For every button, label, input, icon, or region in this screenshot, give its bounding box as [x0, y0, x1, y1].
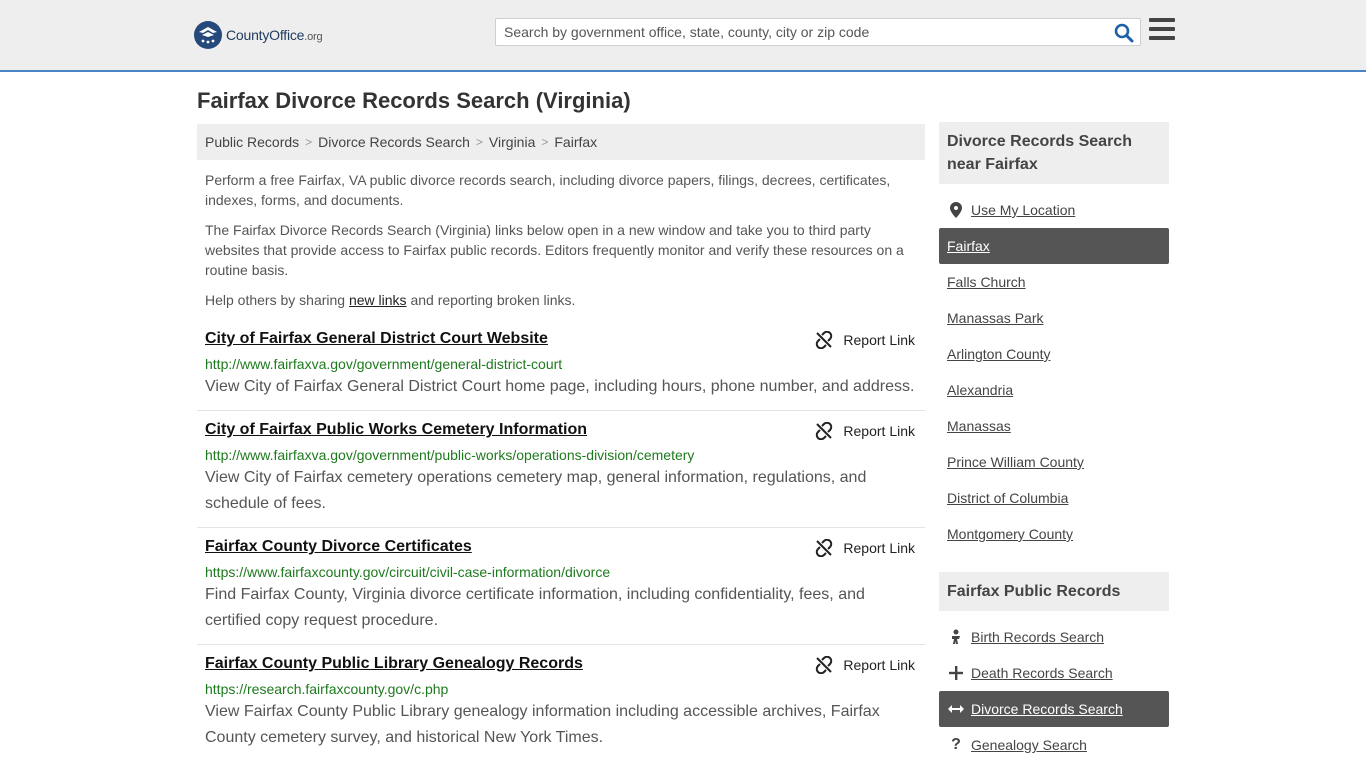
sidebar-item-arlington-county[interactable]: Arlington County: [939, 336, 1169, 372]
report-link-label: Report Link: [843, 332, 915, 348]
sidebar-item-label: Prince William County: [947, 454, 1084, 470]
listing-url[interactable]: http://www.fairfaxva.gov/government/gene…: [205, 356, 562, 372]
broken-link-icon: [816, 331, 833, 349]
report-link-label: Report Link: [843, 657, 915, 673]
report-link-button[interactable]: Report Link: [815, 539, 915, 557]
report-link-button[interactable]: Report Link: [815, 331, 915, 349]
breadcrumb-divorce-records-search[interactable]: Divorce Records Search: [318, 134, 470, 150]
sidebar-item-label: Divorce Records Search: [971, 701, 1123, 717]
sidebar-item-alexandria[interactable]: Alexandria: [939, 372, 1169, 408]
share-note: Help others by sharing new links and rep…: [205, 290, 917, 310]
sidebar-item-prince-william-county[interactable]: Prince William County: [939, 444, 1169, 480]
search-box: [495, 18, 1141, 46]
listing-description: View Fairfax County Public Library genea…: [205, 703, 880, 746]
report-link-label: Report Link: [843, 540, 915, 556]
sidebar-item-label: Arlington County: [947, 346, 1051, 362]
sidebar-item-label: Death Records Search: [971, 665, 1113, 681]
search-icon: [1114, 23, 1134, 43]
arrows-horizontal-icon: [947, 700, 965, 718]
logo-tld: .org: [304, 31, 323, 43]
broken-link-icon: [816, 422, 833, 440]
baby-icon: [947, 628, 965, 646]
sidebar-item-label: Genealogy Search: [971, 737, 1087, 753]
intro-disclaimer: The Fairfax Divorce Records Search (Virg…: [205, 222, 904, 278]
report-link-label: Report Link: [843, 423, 915, 439]
sidebar-item-falls-church[interactable]: Falls Church: [939, 264, 1169, 300]
sidebar-item-fairfax[interactable]: Fairfax: [939, 228, 1169, 264]
question-icon: ?: [951, 736, 961, 753]
sidebar-item-label: Manassas: [947, 418, 1011, 434]
logo-badge-icon: [194, 21, 222, 49]
sidebar-item-death-records[interactable]: Death Records Search: [939, 655, 1169, 691]
listing-title-link[interactable]: Fairfax County Public Library Genealogy …: [205, 655, 583, 673]
breadcrumb-separator-icon: >: [305, 135, 313, 149]
sidebar-item-label: Fairfax: [947, 238, 990, 254]
listing-description: View City of Fairfax cemetery operations…: [205, 469, 867, 512]
sidebar-item-manassas-park[interactable]: Manassas Park: [939, 300, 1169, 336]
broken-link-icon: [816, 656, 833, 674]
hamburger-icon-bar: [1149, 36, 1175, 40]
menu-button[interactable]: [1149, 18, 1175, 42]
nearby-heading: Divorce Records Search near Fairfax: [939, 122, 1169, 184]
breadcrumb-separator-icon: >: [541, 135, 549, 149]
breadcrumb-public-records[interactable]: Public Records: [205, 134, 299, 150]
breadcrumb-fairfax[interactable]: Fairfax: [554, 134, 597, 150]
sidebar-item-label: District of Columbia: [947, 490, 1069, 506]
report-link-button[interactable]: Report Link: [815, 422, 915, 440]
listing-title-link[interactable]: City of Fairfax General District Court W…: [205, 330, 548, 348]
sidebar-item-label: Falls Church: [947, 274, 1026, 290]
share-note-text: and reporting broken links.: [406, 292, 576, 308]
report-link-button[interactable]: Report Link: [815, 656, 915, 674]
use-my-location-link[interactable]: Use My Location: [939, 192, 1169, 228]
sidebar-item-label: Alexandria: [947, 382, 1014, 398]
site-logo[interactable]: CountyOffice.org: [194, 20, 323, 50]
sidebar-item-label: Manassas Park: [947, 310, 1044, 326]
sidebar-item-birth-records[interactable]: Birth Records Search: [939, 619, 1169, 655]
intro-paragraph: Perform a free Fairfax, VA public divorc…: [205, 172, 891, 208]
listing-item: City of Fairfax General District Court W…: [197, 322, 925, 411]
logo-name: CountyOffice: [226, 27, 305, 43]
listing-title-link[interactable]: City of Fairfax Public Works Cemetery In…: [205, 421, 587, 439]
sidebar-item-genealogy-search[interactable]: ? Genealogy Search: [939, 727, 1169, 763]
listing-title-link[interactable]: Fairfax County Divorce Certificates: [205, 538, 472, 556]
broken-link-icon: [816, 539, 833, 557]
sidebar-item-label: Birth Records Search: [971, 629, 1105, 645]
sidebar-item-montgomery-county[interactable]: Montgomery County: [939, 516, 1169, 552]
listing-url[interactable]: http://www.fairfaxva.gov/government/publ…: [205, 447, 694, 463]
new-links-link[interactable]: new links: [349, 292, 407, 308]
sidebar-item-manassas[interactable]: Manassas: [939, 408, 1169, 444]
sidebar-item-label: Montgomery County: [947, 526, 1074, 542]
map-pin-icon: [947, 201, 965, 219]
listing-item: City of Fairfax Public Works Cemetery In…: [197, 413, 925, 528]
hamburger-icon-bar: [1149, 27, 1175, 31]
breadcrumb-virginia[interactable]: Virginia: [489, 134, 535, 150]
listing-item: Fairfax County Public Library Genealogy …: [197, 647, 925, 768]
listing-description: Find Fairfax County, Virginia divorce ce…: [205, 586, 865, 629]
search-input[interactable]: [496, 19, 1108, 45]
public-records-heading: Fairfax Public Records: [939, 572, 1169, 611]
search-button[interactable]: [1112, 22, 1136, 44]
hamburger-icon-bar: [1149, 18, 1175, 22]
listing-url[interactable]: https://research.fairfaxcounty.gov/c.php: [205, 681, 448, 697]
listing-url[interactable]: https://www.fairfaxcounty.gov/circuit/ci…: [205, 564, 610, 580]
listing-item: Fairfax County Divorce Certificates Repo…: [197, 530, 925, 645]
page-title: Fairfax Divorce Records Search (Virginia…: [197, 88, 631, 113]
listing-description: View City of Fairfax General District Co…: [205, 378, 915, 395]
breadcrumb: Public Records > Divorce Records Search …: [197, 124, 925, 160]
breadcrumb-separator-icon: >: [475, 135, 483, 149]
sidebar-item-divorce-records[interactable]: Divorce Records Search: [939, 691, 1169, 727]
cross-icon: [947, 664, 965, 682]
sidebar-item-district-of-columbia[interactable]: District of Columbia: [939, 480, 1169, 516]
use-my-location-label: Use My Location: [971, 202, 1076, 218]
site-header: CountyOffice.org: [0, 0, 1366, 72]
logo-text: CountyOffice.org: [226, 27, 323, 43]
share-note-text: Help others by sharing: [205, 292, 349, 308]
